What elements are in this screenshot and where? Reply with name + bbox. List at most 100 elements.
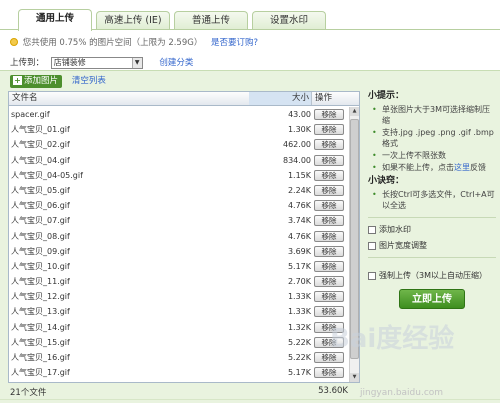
column-header-action: 操作 xyxy=(315,93,333,103)
tab-watermark-settings[interactable]: 设置水印 xyxy=(252,11,326,30)
remove-file-button[interactable]: 移除 xyxy=(314,154,344,166)
plus-icon: + xyxy=(13,76,22,85)
category-select[interactable]: 店铺装修 ▼ xyxy=(50,56,143,69)
file-size: 43.00 xyxy=(288,110,311,119)
file-row: 人气宝贝_15.gif 5.22K 移除 xyxy=(9,335,349,350)
file-size: 462.00 xyxy=(283,140,311,150)
file-name: 人气宝贝_04-05.gif xyxy=(11,170,83,180)
file-size: 5.17K xyxy=(287,261,311,271)
file-count: 21个文件 xyxy=(10,388,47,398)
file-name: 人气宝贝_11.gif xyxy=(11,277,70,287)
baidu-watermark-url: jingyan.baidu.com xyxy=(360,388,444,398)
remove-file-button[interactable]: 移除 xyxy=(314,276,344,288)
file-toolbar: + 添加图片 清空列表 xyxy=(10,74,106,88)
upload-destination: 上传到： 店铺装修 ▼ 创建分类 xyxy=(10,56,193,69)
tip-item: 支持.jpg .jpeg .png .gif .bmp格式 xyxy=(370,127,496,149)
file-list: 文件名 大小 操作 spacer.gif 43.00 移除 人气宝贝_01.gif 1.… xyxy=(8,91,360,383)
file-size: 2.24K xyxy=(287,185,311,195)
resize-checkbox-row[interactable]: 图片宽度调整 xyxy=(368,240,496,251)
file-name: 人气宝贝_14.gif xyxy=(11,322,70,332)
side-divider xyxy=(368,217,496,218)
watermark-checkbox-row[interactable]: 添加水印 xyxy=(368,224,496,235)
file-name: 人气宝贝_08.gif xyxy=(11,231,70,241)
file-row: 人气宝贝_10.gif 5.17K 移除 xyxy=(9,259,349,274)
remove-file-button[interactable]: 移除 xyxy=(314,169,344,181)
header-divider xyxy=(311,92,312,105)
force-upload-checkbox[interactable] xyxy=(368,271,376,280)
remove-file-button[interactable]: 移除 xyxy=(314,291,344,303)
clear-list-link[interactable]: 清空列表 xyxy=(72,76,106,86)
tips-list: 单张图片大于3M可选择缩制压缩 支持.jpg .jpeg .png .gif .… xyxy=(370,104,496,173)
file-name: 人气宝贝_06.gif xyxy=(11,201,70,211)
usage-info: 您共使用 0.75% 的图片空间（上限为 2.59G） 是否要订购? xyxy=(10,36,258,48)
remove-file-button[interactable]: 移除 xyxy=(314,200,344,212)
scroll-up-arrow-icon[interactable]: ▲ xyxy=(350,107,359,116)
file-name: 人气宝贝_16.gif xyxy=(11,353,70,362)
upload-now-button[interactable]: 立即上传 xyxy=(399,289,465,309)
remove-file-button[interactable]: 移除 xyxy=(314,109,344,120)
column-header-size[interactable]: 大小 xyxy=(249,92,311,105)
file-size: 834.00 xyxy=(283,155,311,165)
file-row: 人气宝贝_01.gif 1.30K 移除 xyxy=(9,122,349,137)
scroll-down-arrow-icon[interactable]: ▼ xyxy=(350,373,359,382)
remove-file-button[interactable]: 移除 xyxy=(314,367,344,379)
file-row: 人气宝贝_04-05.gif 1.15K 移除 xyxy=(9,168,349,183)
file-rows: spacer.gif 43.00 移除 人气宝贝_01.gif 1.30K 移除 人气宝贝_… xyxy=(9,107,349,380)
file-row: 人气宝贝_09.gif 3.69K 移除 xyxy=(9,244,349,259)
file-size: 3.74K xyxy=(287,216,311,226)
file-row: spacer.gif 43.00 移除 xyxy=(9,107,349,122)
file-size: 1.30K xyxy=(287,125,311,135)
lightbulb-icon xyxy=(10,38,18,46)
file-row: 人气宝贝_12.gif 1.33K 移除 xyxy=(9,289,349,304)
file-size: 4.76K xyxy=(287,201,311,211)
tip-item-feedback: 如果不能上传，点击这里反馈 xyxy=(370,162,496,173)
add-image-label: 添加图片 xyxy=(24,76,59,86)
force-upload-checkbox-row[interactable]: 强制上传（3M以上自动压缩） xyxy=(368,270,496,281)
help-panel: 小提示： 单张图片大于3M可选择缩制压缩 支持.jpg .jpeg .png .… xyxy=(368,91,496,309)
file-size: 3.69K xyxy=(287,246,311,256)
upload-to-label: 上传到： xyxy=(10,58,45,68)
file-row: 人气宝贝_06.gif 4.76K 移除 xyxy=(9,198,349,213)
file-row: 人气宝贝_02.gif 462.00 移除 xyxy=(9,137,349,152)
file-size: 1.15K xyxy=(287,170,311,180)
remove-file-button[interactable]: 移除 xyxy=(314,215,344,227)
remove-file-button[interactable]: 移除 xyxy=(314,306,344,318)
order-link[interactable]: 是否要订购? xyxy=(211,38,258,48)
file-size: 4.76K xyxy=(287,231,311,241)
file-size: 5.22K xyxy=(287,353,311,362)
remove-file-button[interactable]: 移除 xyxy=(314,245,344,257)
remove-file-button[interactable]: 移除 xyxy=(314,139,344,151)
chevron-down-icon: ▼ xyxy=(131,57,142,68)
watermark-checkbox[interactable] xyxy=(368,225,376,234)
tip-item: 一次上传不限张数 xyxy=(370,150,496,161)
create-category-link[interactable]: 创建分类 xyxy=(159,58,193,68)
remove-file-button[interactable]: 移除 xyxy=(314,230,344,242)
tab-fast-upload[interactable]: 高速上传 (IE) xyxy=(96,11,170,30)
resize-checkbox-label: 图片宽度调整 xyxy=(379,241,427,250)
tab-general-upload[interactable]: 通用上传 xyxy=(18,9,92,31)
file-name: 人气宝贝_15.gif xyxy=(11,337,70,347)
file-name: 人气宝贝_07.gif xyxy=(11,216,70,226)
column-header-filename[interactable]: 文件名 xyxy=(12,92,38,105)
remove-file-button[interactable]: 移除 xyxy=(314,184,344,196)
baidu-watermark-logo: Bai度经验 xyxy=(330,324,455,354)
feedback-here-link[interactable]: 这里 xyxy=(454,163,470,172)
resize-checkbox[interactable] xyxy=(368,241,376,250)
file-name: 人气宝贝_17.gif xyxy=(11,368,70,378)
add-image-button[interactable]: + 添加图片 xyxy=(10,75,63,88)
file-size: 1.33K xyxy=(287,307,311,317)
file-name: 人气宝贝_05.gif xyxy=(11,185,70,195)
tip-feedback-suffix: 反馈 xyxy=(470,163,486,172)
file-row: 人气宝贝_16.gif 5.22K 移除 xyxy=(9,350,349,365)
tab-normal-upload[interactable]: 普通上传 xyxy=(174,11,248,30)
remove-file-button[interactable]: 移除 xyxy=(314,260,344,272)
watermark-checkbox-label: 添加水印 xyxy=(379,225,411,234)
tricks-title: 小诀窍： xyxy=(368,176,405,186)
file-name: 人气宝贝_09.gif xyxy=(11,246,70,256)
file-size: 5.17K xyxy=(287,368,311,378)
file-row: 人气宝贝_13.gif 1.33K 移除 xyxy=(9,304,349,319)
total-size: 53.60K xyxy=(318,386,348,396)
file-name: 人气宝贝_02.gif xyxy=(11,140,70,150)
remove-file-button[interactable]: 移除 xyxy=(314,124,344,136)
file-list-footer: 21个文件 53.60K xyxy=(10,386,350,398)
